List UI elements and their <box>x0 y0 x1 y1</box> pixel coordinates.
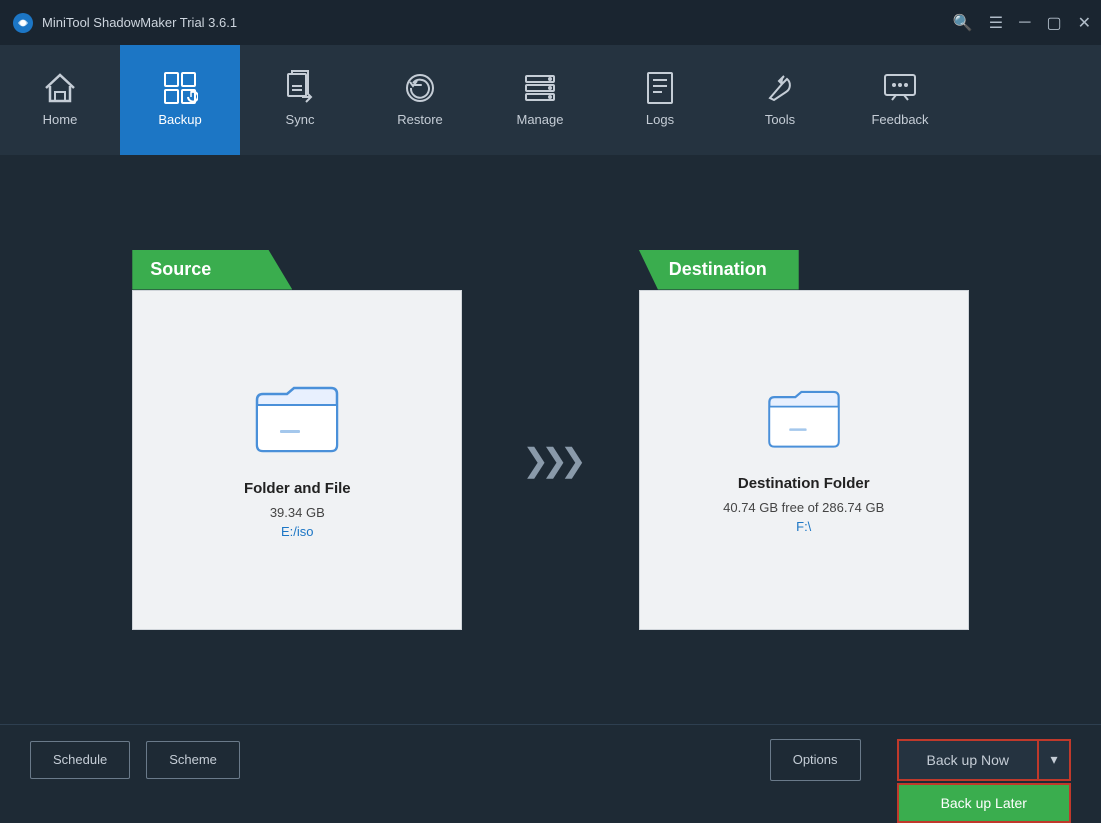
search-icon[interactable]: 🔍 <box>953 13 973 33</box>
source-folder-icon <box>252 380 342 460</box>
destination-free: 40.74 GB free of 286.74 GB <box>723 500 884 515</box>
scheme-button[interactable]: Scheme <box>146 741 240 779</box>
home-icon <box>42 70 78 106</box>
minimize-icon[interactable]: ─ <box>1019 14 1030 32</box>
main-content: Source Folder and File 39.34 GB E:/iso ❯… <box>0 155 1101 724</box>
nav-logs[interactable]: Logs <box>600 45 720 155</box>
chevron-down-icon: ▾ <box>1050 751 1057 768</box>
nav-home-label: Home <box>43 112 78 127</box>
nav-feedback[interactable]: Feedback <box>840 45 960 155</box>
navbar: Home Backup Sync Re <box>0 45 1101 155</box>
nav-backup[interactable]: Backup <box>120 45 240 155</box>
schedule-button[interactable]: Schedule <box>30 741 130 779</box>
sync-icon <box>282 70 318 106</box>
backup-now-button[interactable]: Back up Now <box>897 739 1037 781</box>
nav-tools[interactable]: Tools <box>720 45 840 155</box>
source-header-bg: Source <box>132 250 292 290</box>
destination-path: F:\ <box>796 519 811 534</box>
app-logo <box>12 12 34 34</box>
destination-folder-icon <box>764 385 844 455</box>
tools-icon <box>762 70 798 106</box>
source-card: Source Folder and File 39.34 GB E:/iso <box>132 250 462 630</box>
source-header-label: Source <box>150 259 211 280</box>
app-title: MiniTool ShadowMaker Trial 3.6.1 <box>42 15 237 30</box>
menu-icon[interactable]: ☰ <box>989 13 1003 33</box>
bottombar: Schedule Scheme Options Back up Now ▾ Ba… <box>0 724 1101 794</box>
source-header: Source <box>132 250 462 290</box>
source-card-body[interactable]: Folder and File 39.34 GB E:/iso <box>132 290 462 630</box>
nav-restore[interactable]: Restore <box>360 45 480 155</box>
nav-home[interactable]: Home <box>0 45 120 155</box>
nav-sync-label: Sync <box>286 112 315 127</box>
destination-header-label: Destination <box>669 259 767 280</box>
destination-header-bg: Destination <box>639 250 799 290</box>
destination-header: Destination <box>639 250 969 290</box>
manage-icon <box>522 70 558 106</box>
backup-now-group: Back up Now ▾ Back up Later <box>897 739 1071 781</box>
nav-logs-label: Logs <box>646 112 674 127</box>
destination-title: Destination Folder <box>738 475 870 492</box>
restore-icon <box>402 70 438 106</box>
destination-card-body[interactable]: Destination Folder 40.74 GB free of 286.… <box>639 290 969 630</box>
backup-dropdown-arrow[interactable]: ▾ <box>1037 739 1071 781</box>
forward-arrows: ❯ ❯ ❯ <box>522 441 578 479</box>
nav-sync[interactable]: Sync <box>240 45 360 155</box>
nav-backup-label: Backup <box>158 112 201 127</box>
feedback-icon <box>882 70 918 106</box>
options-button[interactable]: Options <box>770 739 861 781</box>
logs-icon <box>642 70 678 106</box>
backup-icon <box>162 70 198 106</box>
window-controls: 🔍 ☰ ─ ▢ ✕ <box>953 13 1091 33</box>
maximize-icon[interactable]: ▢ <box>1046 13 1061 33</box>
source-size: 39.34 GB <box>270 505 325 520</box>
nav-manage[interactable]: Manage <box>480 45 600 155</box>
close-icon[interactable]: ✕ <box>1078 13 1091 33</box>
arrow-section: ❯ ❯ ❯ <box>522 401 578 479</box>
source-title: Folder and File <box>244 480 351 497</box>
nav-restore-label: Restore <box>397 112 443 127</box>
titlebar: MiniTool ShadowMaker Trial 3.6.1 🔍 ☰ ─ ▢… <box>0 0 1101 45</box>
destination-card: Destination Destination Folder 40.74 GB … <box>639 250 969 630</box>
nav-manage-label: Manage <box>517 112 564 127</box>
source-path: E:/iso <box>281 524 314 539</box>
backup-later-button[interactable]: Back up Later <box>897 783 1071 823</box>
nav-tools-label: Tools <box>765 112 795 127</box>
nav-feedback-label: Feedback <box>871 112 928 127</box>
